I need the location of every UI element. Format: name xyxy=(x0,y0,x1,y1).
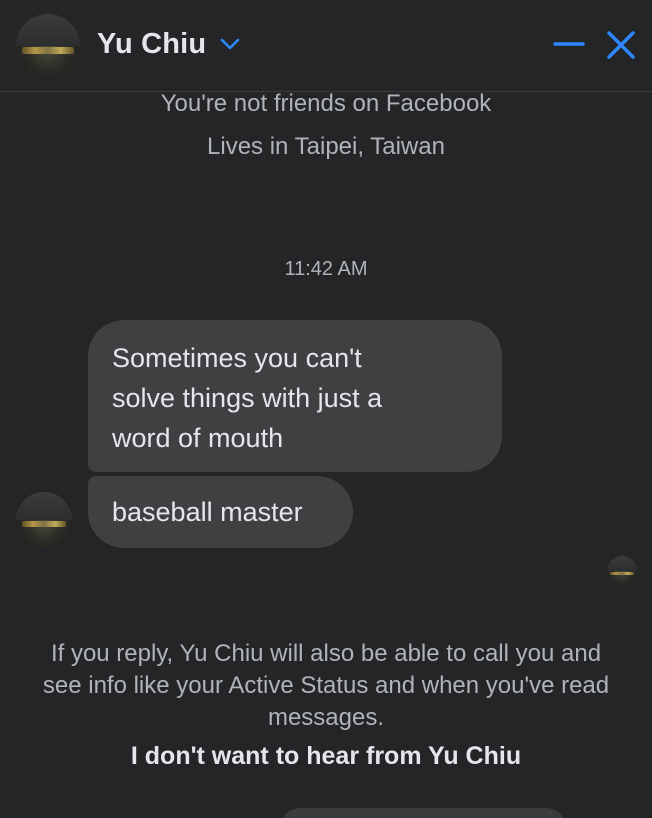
read-receipt-avatar xyxy=(607,556,637,586)
chevron-down-icon[interactable] xyxy=(219,36,241,52)
sender-avatar[interactable] xyxy=(16,492,72,548)
friendship-status: You're not friends on Facebook xyxy=(160,90,492,117)
contact-name[interactable]: Yu Chiu xyxy=(97,28,206,61)
action-button[interactable] xyxy=(280,808,566,818)
contact-avatar[interactable] xyxy=(16,14,80,78)
message-timestamp: 11:42 AM xyxy=(284,258,368,280)
message-bubble[interactable]: Sometimes you can't solve things with ju… xyxy=(88,320,502,472)
chat-window: Yu Chiu You're not friends on Facebook L… xyxy=(0,0,652,818)
close-icon[interactable] xyxy=(604,28,638,62)
chat-header: Yu Chiu xyxy=(0,0,652,92)
location-info: Lives in Taipei, Taiwan xyxy=(207,133,445,160)
minimize-icon[interactable] xyxy=(552,30,586,60)
block-contact-button[interactable]: I don't want to hear from Yu Chiu xyxy=(0,742,652,771)
message-bubble[interactable]: baseball master xyxy=(88,476,353,548)
reply-notice: If you reply, Yu Chiu will also be able … xyxy=(42,640,610,731)
